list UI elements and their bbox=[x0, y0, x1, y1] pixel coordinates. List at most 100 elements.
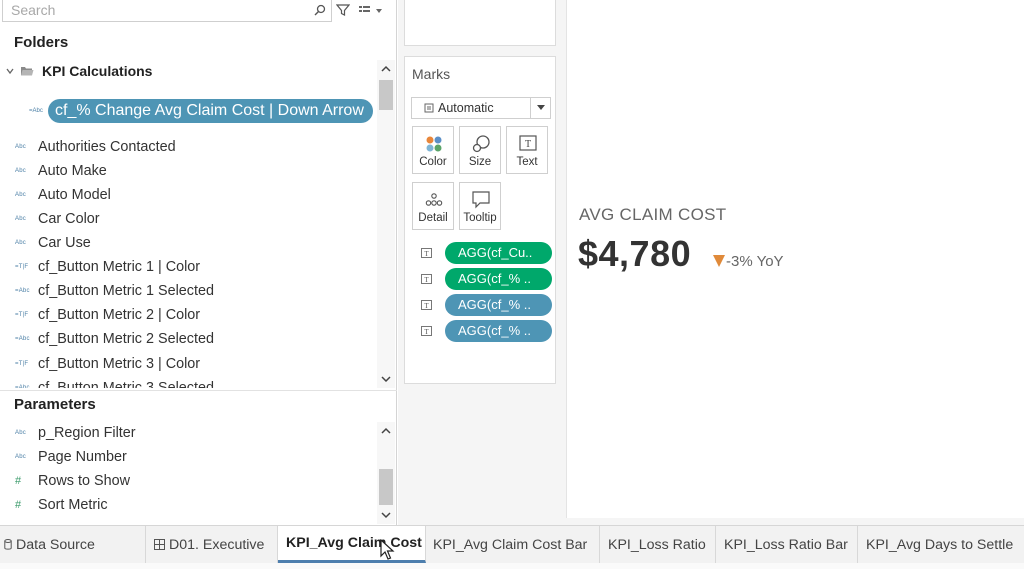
tab-kpi-avg-claim-cost[interactable]: KPI_Avg Claim Cost bbox=[278, 526, 426, 563]
mark-type-dropdown[interactable]: Automatic bbox=[411, 97, 551, 119]
marks-field-pill[interactable]: AGG(cf_% .. bbox=[445, 268, 552, 290]
fields-scrollbar[interactable] bbox=[377, 60, 395, 388]
field-item[interactable]: =T|F cf_Button Metric 3 | Color bbox=[0, 352, 376, 376]
string-type-icon: Abc bbox=[15, 192, 26, 198]
search-box bbox=[2, 0, 332, 22]
field-item[interactable]: Abc Car Color bbox=[0, 207, 376, 231]
size-button[interactable]: Size bbox=[459, 126, 501, 174]
detail-icon bbox=[425, 193, 443, 206]
tab-data-source[interactable]: Data Source bbox=[0, 526, 146, 563]
tab-kpi-avg-claim-cost-bar[interactable]: KPI_Avg Claim Cost Bar bbox=[426, 526, 600, 563]
text-button[interactable]: T Text bbox=[506, 126, 548, 174]
color-label: Color bbox=[419, 156, 447, 168]
field-item[interactable]: =T|F cf_Button Metric 1 | Color bbox=[0, 255, 376, 279]
text-encoding-icon: T bbox=[421, 326, 432, 336]
text-icon: T bbox=[519, 135, 537, 151]
filter-icon[interactable] bbox=[336, 3, 350, 17]
color-button[interactable]: Color bbox=[412, 126, 454, 174]
svg-text:T: T bbox=[424, 250, 429, 258]
tab-kpi-avg-days-to-settle[interactable]: KPI_Avg Days to Settle bbox=[858, 526, 1024, 563]
shelves-column: Marks Automatic Color Size T Text Detail… bbox=[398, 0, 564, 525]
tab-label: KPI_Loss Ratio bbox=[608, 536, 706, 553]
view-options-icon[interactable] bbox=[358, 4, 384, 18]
field-item[interactable]: =T|F cf_Button Metric 2 | Color bbox=[0, 303, 376, 327]
calc-string-type-icon: =Abc bbox=[15, 288, 30, 294]
status-bar bbox=[0, 563, 1024, 569]
field-name: cf_Button Metric 1 | Color bbox=[38, 259, 201, 275]
marks-field-pill[interactable]: AGG(cf_Cu.. bbox=[445, 242, 552, 264]
field-name: cf_Button Metric 3 Selected bbox=[38, 380, 214, 388]
field-name: Auto Make bbox=[38, 163, 107, 179]
scroll-down-icon[interactable] bbox=[380, 374, 392, 384]
field-item[interactable]: Abc Auto Make bbox=[0, 159, 376, 183]
calc-string-type-icon: =Abc bbox=[29, 108, 43, 114]
tableau-workspace: Folders KPI Calculations =Abc cf_% Chang… bbox=[0, 0, 1024, 569]
field-name: cf_Button Metric 1 Selected bbox=[38, 283, 214, 299]
string-type-icon: Abc bbox=[15, 430, 26, 436]
folder-label: KPI Calculations bbox=[42, 63, 153, 79]
tab-label: KPI_Loss Ratio Bar bbox=[724, 536, 848, 553]
dashboard-icon bbox=[154, 539, 165, 550]
tooltip-button[interactable]: Tooltip bbox=[459, 182, 501, 230]
svg-text:T: T bbox=[525, 139, 531, 150]
search-input[interactable] bbox=[3, 0, 303, 20]
parameter-item[interactable]: # Sort Metric bbox=[0, 493, 376, 517]
size-icon bbox=[472, 135, 490, 153]
field-name: Car Color bbox=[38, 211, 100, 227]
field-name: Auto Model bbox=[38, 187, 111, 203]
scroll-thumb[interactable] bbox=[379, 80, 393, 110]
field-item[interactable]: Abc Car Use bbox=[0, 231, 376, 255]
tab-kpi-loss-ratio[interactable]: KPI_Loss Ratio bbox=[600, 526, 716, 563]
kpi-change: -3% YoY bbox=[726, 253, 784, 270]
marks-field-pill[interactable]: AGG(cf_% .. bbox=[445, 320, 552, 342]
scroll-up-icon[interactable] bbox=[380, 426, 392, 436]
detail-button[interactable]: Detail bbox=[412, 182, 454, 230]
string-type-icon: Abc bbox=[15, 240, 26, 246]
parameter-item[interactable]: # Rows to Show bbox=[0, 469, 376, 493]
marks-field-row[interactable]: T AGG(cf_% .. bbox=[421, 268, 552, 290]
field-item[interactable]: =Abc cf_Button Metric 3 Selected bbox=[0, 376, 376, 388]
scroll-up-icon[interactable] bbox=[380, 64, 392, 74]
svg-text:T: T bbox=[424, 276, 429, 284]
string-type-icon: Abc bbox=[15, 216, 26, 222]
marks-field-row[interactable]: T AGG(cf_Cu.. bbox=[421, 242, 552, 264]
field-item[interactable]: Abc Authorities Contacted bbox=[0, 135, 376, 159]
parameter-item[interactable]: Abc p_Region Filter bbox=[0, 421, 376, 445]
tab-kpi-loss-ratio-bar[interactable]: KPI_Loss Ratio Bar bbox=[716, 526, 858, 563]
mouse-cursor-icon bbox=[380, 539, 395, 560]
parameters-scrollbar[interactable] bbox=[377, 422, 395, 524]
pages-shelf[interactable] bbox=[404, 0, 556, 46]
parameter-item[interactable]: Abc Page Number bbox=[0, 445, 376, 469]
search-icon[interactable] bbox=[313, 3, 327, 17]
string-type-icon: Abc bbox=[15, 454, 26, 460]
tooltip-icon bbox=[472, 191, 490, 209]
text-encoding-icon: T bbox=[421, 248, 432, 258]
chevron-down-icon[interactable] bbox=[5, 66, 15, 76]
worksheet-canvas[interactable]: AVG CLAIM COST $4,780 -3% YoY bbox=[566, 0, 1024, 518]
caret-down-icon bbox=[536, 105, 545, 110]
kpi-title: AVG CLAIM COST bbox=[579, 205, 727, 224]
calc-string-type-icon: =Abc bbox=[15, 336, 30, 342]
field-name: cf_Button Metric 2 Selected bbox=[38, 331, 214, 347]
field-item[interactable]: =Abc cf_Button Metric 2 Selected bbox=[0, 327, 376, 351]
dropdown-button[interactable] bbox=[530, 98, 550, 118]
down-arrow-icon bbox=[713, 255, 725, 267]
marks-field-pill[interactable]: AGG(cf_% .. bbox=[445, 294, 552, 316]
size-label: Size bbox=[468, 156, 492, 168]
scroll-down-icon[interactable] bbox=[380, 510, 392, 520]
number-type-icon: # bbox=[15, 475, 22, 487]
folder-kpi-calculations[interactable]: KPI Calculations bbox=[0, 60, 152, 82]
field-item[interactable]: =Abc cf_Button Metric 1 Selected bbox=[0, 279, 376, 303]
mark-type-label: Automatic bbox=[438, 101, 494, 115]
pane-divider bbox=[0, 390, 397, 391]
marks-field-row[interactable]: T AGG(cf_% .. bbox=[421, 294, 552, 316]
marks-card: Marks Automatic Color Size T Text Detail… bbox=[404, 56, 556, 384]
scroll-thumb[interactable] bbox=[379, 469, 393, 505]
tab-d01-executive[interactable]: D01. Executive bbox=[146, 526, 278, 563]
marks-field-row[interactable]: T AGG(cf_% .. bbox=[421, 320, 552, 342]
detail-label: Detail bbox=[418, 212, 448, 224]
parameter-name: p_Region Filter bbox=[38, 425, 136, 441]
field-item[interactable]: Abc Auto Model bbox=[0, 183, 376, 207]
tab-label: Data Source bbox=[16, 536, 95, 553]
tab-label: KPI_Avg Claim Cost Bar bbox=[433, 536, 588, 553]
